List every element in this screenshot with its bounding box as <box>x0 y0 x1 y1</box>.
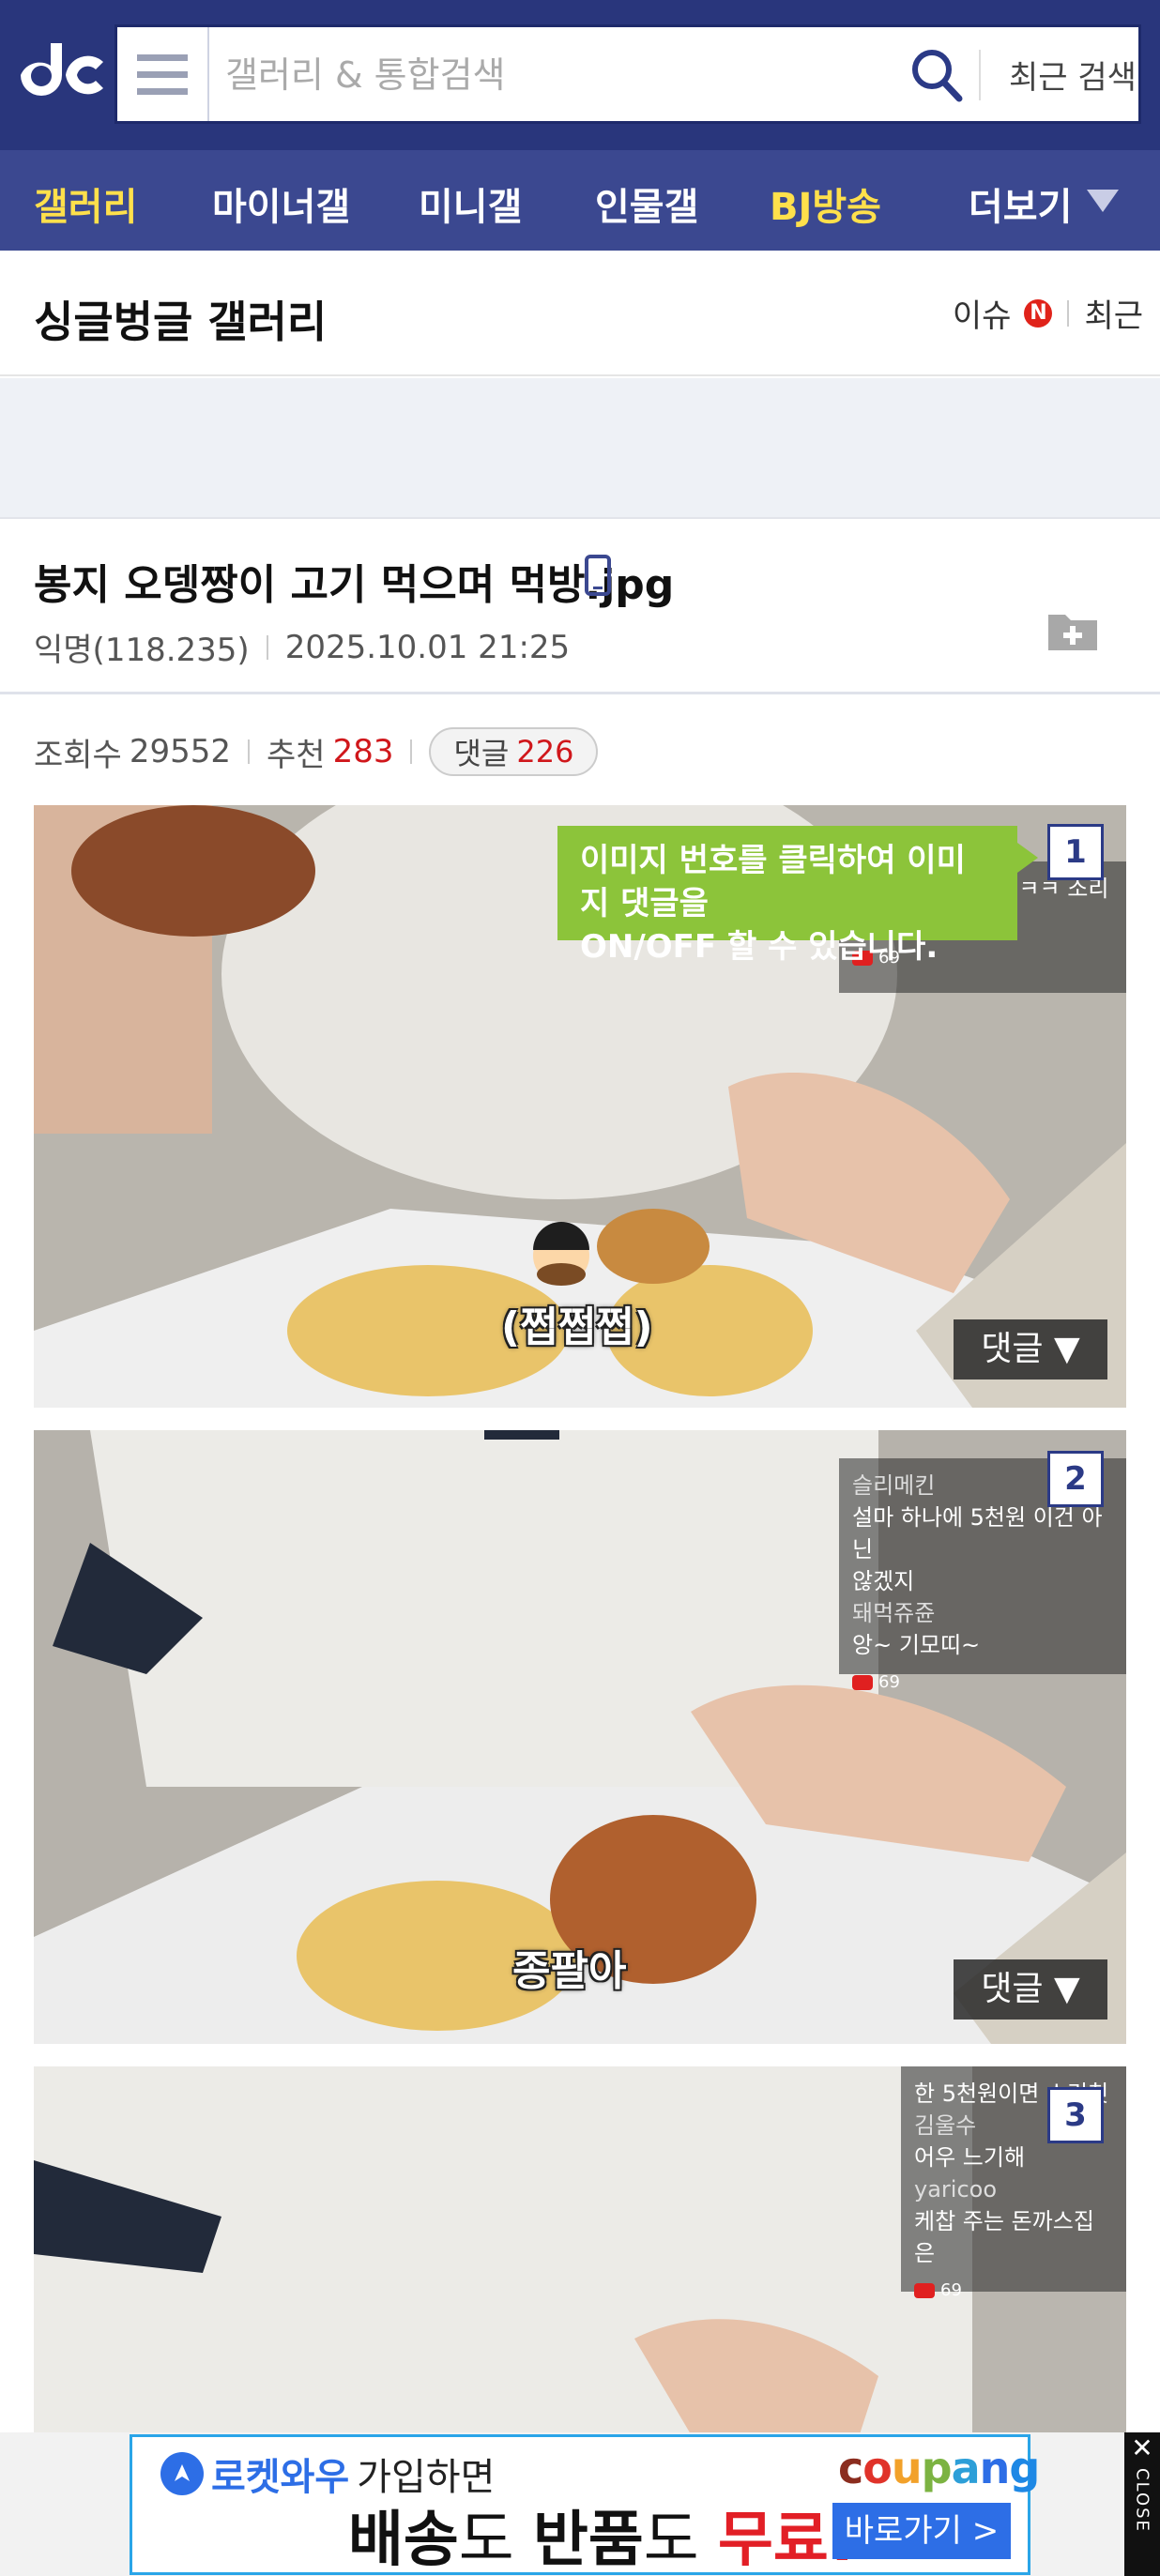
chat-message: 어우 느기해 <box>914 2144 1026 2171</box>
comments-count: 226 <box>516 734 574 770</box>
divider <box>410 739 413 764</box>
search-button[interactable] <box>904 44 969 106</box>
gallery-links: 이슈 N 최근 <box>953 290 1143 336</box>
recommend-label: 추천 <box>267 736 326 774</box>
search-icon <box>912 50 963 102</box>
post-datetime: 2025.10.01 21:25 <box>284 628 571 666</box>
divider <box>1067 299 1070 327</box>
mobile-icon <box>585 555 611 596</box>
gallery-title-bar: 싱글벙글 갤러리 이슈 N 최근 <box>0 251 1160 376</box>
chat-user: yaricoo <box>914 2176 998 2203</box>
chat-message: 설마 하나에 5천원 이건 아닌 <box>852 1504 1103 1562</box>
banner-headline: 배송도 반품도 무료! <box>348 2492 856 2576</box>
youtube-icon <box>914 2283 935 2298</box>
main-nav: 갤러리 마이너갤 미니갤 인물갤 BJ방송 더보기 <box>0 150 1160 251</box>
headline-part: 도 <box>458 2506 533 2575</box>
chat-count: 69 <box>914 2275 1113 2307</box>
chat-message: 앙~ 기모띠~ <box>852 1632 981 1658</box>
post-title: 봉지 오뎅짱이 고기 먹으며 먹방.jpg <box>34 561 675 609</box>
search-box: 최근 검색 <box>114 24 1141 124</box>
post-stats: 조회수 29552 추천 283 댓글 226 <box>34 727 599 776</box>
nav-item-person-gallery[interactable]: 인물갤 <box>595 176 698 231</box>
comments-button[interactable]: 댓글 226 <box>429 727 599 776</box>
divider <box>266 634 268 660</box>
post-header: 봉지 오뎅짱이 고기 먹으며 먹방.jpg 익명(118.235) 2025.1… <box>0 521 1160 694</box>
headline-part: 배송 <box>348 2506 459 2575</box>
search-input[interactable] <box>225 50 939 100</box>
post-image-3[interactable]: 한 5천원이면 소리칫 김울수 어우 느기해 yaricoo 케찹 주는 돈까스… <box>34 2066 1126 2434</box>
hamburger-menu-button[interactable] <box>117 27 209 121</box>
gallery-title[interactable]: 싱글벙글 갤러리 <box>34 288 327 350</box>
recent-search-button[interactable]: 최근 검색 <box>1009 52 1137 98</box>
nav-item-gallery[interactable]: 갤러리 <box>34 176 137 231</box>
close-label: CLOSE <box>1132 2468 1152 2533</box>
top-header: 최근 검색 <box>0 0 1160 150</box>
comments-label: 댓글 <box>453 736 510 771</box>
ad-placeholder <box>0 378 1160 519</box>
chevron-down-icon[interactable] <box>1079 182 1126 220</box>
chat-user: 돼먹쥬쥰 <box>852 1600 936 1626</box>
image-comment-button[interactable]: 댓글 ▼ <box>954 1319 1107 1379</box>
chat-message: 케찹 주는 돈까스집은 <box>914 2208 1094 2266</box>
recent-link[interactable]: 최근 <box>1084 290 1143 336</box>
divider <box>248 739 251 764</box>
image-number-button[interactable]: 1 <box>1047 824 1104 880</box>
post-meta: 익명(118.235) 2025.10.01 21:25 <box>34 624 570 670</box>
youtube-icon <box>852 1675 873 1690</box>
eating-emoji-icon <box>533 1222 589 1286</box>
image-comment-tooltip: 이미지 번호를 클릭하여 이미지 댓글을 ON/OFF 할 수 있습니다. <box>557 826 1038 966</box>
search-divider <box>979 50 981 100</box>
issue-link[interactable]: 이슈 <box>953 290 1012 336</box>
chat-message: 않겠지 <box>852 1568 915 1594</box>
tooltip-line: ON/OFF 할 수 있습니다. <box>580 928 939 966</box>
coupang-banner[interactable]: 로켓와우 가입하면 배송도 반품도 무료! coupang 바로가기 > <box>130 2434 1040 2576</box>
nav-item-more[interactable]: 더보기 <box>969 176 1072 231</box>
rocket-icon <box>160 2452 204 2495</box>
chat-count: 69 <box>852 1667 1113 1699</box>
new-badge: N <box>1024 298 1053 328</box>
close-icon: ✕ <box>1131 2432 1153 2463</box>
image-number-button[interactable]: 3 <box>1047 2087 1104 2143</box>
nav-item-bj-broadcast[interactable]: BJ방송 <box>770 176 881 231</box>
post-image-2[interactable]: 슬리메킨 설마 하나에 5천원 이건 아닌 않겠지 돼먹쥬쥰 앙~ 기모띠~ 6… <box>34 1430 1126 2044</box>
nav-item-minor-gallery[interactable]: 마이너갤 <box>212 176 350 231</box>
rocket-brand: 로켓와우 <box>211 2456 350 2499</box>
image-number-button[interactable]: 2 <box>1047 1451 1104 1507</box>
views-label: 조회수 <box>34 736 122 774</box>
views-count: 29552 <box>129 733 232 770</box>
chat-count-value: 69 <box>940 2280 962 2300</box>
menu-icon <box>137 54 188 95</box>
recommend-count: 283 <box>332 733 394 770</box>
coupang-logo: coupang <box>838 2443 1040 2493</box>
ad-close-button[interactable]: ✕ CLOSE <box>1124 2432 1160 2576</box>
headline-part: 반품 <box>533 2506 644 2575</box>
tooltip-line: 이미지 번호를 클릭하여 이미지 댓글을 <box>580 842 966 922</box>
dc-logo[interactable] <box>13 38 107 113</box>
post-image-1[interactable]: 진 드리거 먹는다 ㅋㅋ 소리 질러 69 이미지 번호를 클릭하여 이미지 댓… <box>34 805 1126 1408</box>
folder-plus-icon[interactable] <box>1046 607 1099 652</box>
image-caption: 종팔아 <box>512 1947 627 1995</box>
image-caption: (쩝쩝쩝) <box>501 1303 653 1351</box>
nav-item-mini-gallery[interactable]: 미니갤 <box>419 176 522 231</box>
headline-part: 도 <box>643 2506 718 2575</box>
go-button[interactable]: 바로가기 > <box>832 2503 1011 2559</box>
chat-count-value: 69 <box>878 1672 900 1692</box>
image-comment-button[interactable]: 댓글 ▼ <box>954 1959 1107 2020</box>
post-author[interactable]: 익명(118.235) <box>34 624 250 670</box>
